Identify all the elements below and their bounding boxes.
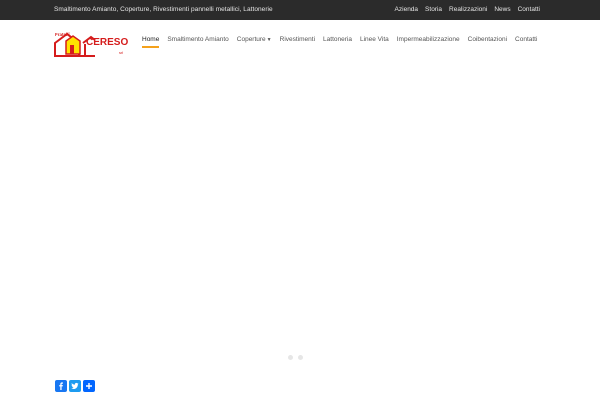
site-tagline: Smaltimento Amianto, Coperture, Rivestim… [54, 6, 273, 13]
top-link-azienda[interactable]: Azienda [395, 6, 419, 13]
top-link-contatti[interactable]: Contatti [518, 6, 540, 13]
share-plus-icon [86, 383, 92, 389]
nav-item-smaltimento-amianto[interactable]: Smaltimento Amianto [163, 36, 232, 50]
slider-dot[interactable] [298, 355, 303, 360]
ceresoli-logo: Fratelli CERESOLI srl [54, 32, 137, 57]
nav-item-lattoneria[interactable]: Lattoneria [319, 36, 356, 50]
slider-dot[interactable] [288, 355, 293, 360]
top-link-realizzazioni[interactable]: Realizzazioni [449, 6, 487, 13]
twitter-icon [71, 382, 79, 389]
top-bar: Smaltimento Amianto, Coperture, Rivestim… [0, 0, 600, 20]
logo-suffix-text: srl [119, 50, 123, 55]
facebook-icon [59, 382, 63, 390]
nav-item-home[interactable]: Home [138, 36, 163, 50]
nav-item-label: Contatti [515, 36, 538, 43]
nav-item-label: Impermeabilizzazione [396, 36, 460, 43]
nav-item-label: Smaltimento Amianto [167, 36, 229, 43]
nav-item-contatti[interactable]: Contatti [511, 36, 541, 50]
slider-dots [288, 355, 303, 360]
nav-item-coperture[interactable]: Coperture▼ [233, 36, 276, 50]
logo-brand-text: CERESOLI [86, 37, 128, 48]
twitter-share-button[interactable] [69, 380, 81, 392]
facebook-share-button[interactable] [55, 380, 67, 392]
nav-item-label: Linee Vita [359, 36, 389, 43]
nav-item-coibentazioni[interactable]: Coibentazioni [464, 36, 511, 50]
main-nav: Home Smaltimento Amianto Coperture▼ Rive… [138, 36, 541, 50]
nav-item-label: Coibentazioni [467, 36, 508, 43]
top-links: Azienda Storia Realizzazioni News Contat… [395, 6, 540, 13]
share-buttons [55, 380, 95, 392]
nav-item-label: Rivestimenti [279, 36, 316, 43]
logo-top-text: Fratelli [55, 32, 70, 37]
nav-item-linee-vita[interactable]: Linee Vita [356, 36, 393, 50]
nav-item-impermeabilizzazione[interactable]: Impermeabilizzazione [393, 36, 464, 50]
nav-item-label: Lattoneria [323, 36, 352, 43]
nav-item-label: Home [142, 36, 160, 43]
nav-item-label: Coperture [236, 36, 266, 43]
hero-slider [0, 62, 600, 372]
nav-item-rivestimenti[interactable]: Rivestimenti [276, 36, 319, 50]
top-link-storia[interactable]: Storia [425, 6, 442, 13]
caret-down-icon: ▼ [266, 36, 272, 43]
site-logo[interactable]: Fratelli CERESOLI srl [53, 30, 137, 58]
top-link-news[interactable]: News [494, 6, 510, 13]
more-share-button[interactable] [83, 380, 95, 392]
